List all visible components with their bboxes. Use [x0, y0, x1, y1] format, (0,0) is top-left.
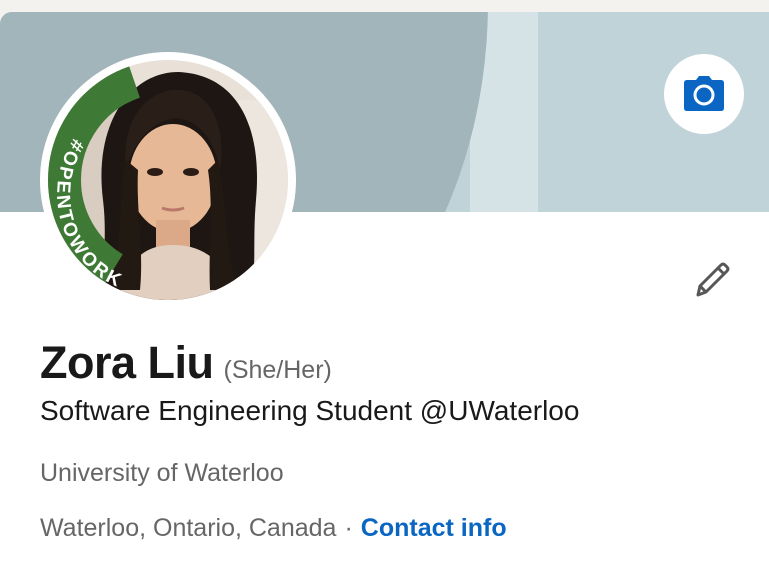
name-row: Zora Liu (She/Her) — [40, 337, 332, 389]
profile-photo[interactable]: #OPENTOWORK — [40, 52, 296, 308]
profile-headline: Software Engineering Student @UWaterloo — [40, 395, 580, 426]
profile-name: Zora Liu — [40, 337, 214, 388]
avatar: #OPENTOWORK — [48, 60, 288, 300]
location-row: Waterloo, Ontario, Canada · Contact info — [40, 514, 507, 543]
profile-card: #OPENTOWORK Zora Liu (She/Her) Software E… — [0, 12, 769, 567]
camera-icon — [684, 76, 724, 111]
contact-info-link[interactable]: Contact info — [361, 514, 507, 542]
separator: · — [344, 514, 353, 542]
profile-location: Waterloo, Ontario, Canada — [40, 514, 337, 542]
profile-pronouns: (She/Her) — [223, 356, 332, 384]
pencil-icon — [696, 262, 730, 297]
avatar-photo: #OPENTOWORK — [48, 60, 288, 300]
edit-banner-button[interactable] — [664, 54, 744, 134]
profile-school[interactable]: University of Waterloo — [40, 459, 284, 488]
edit-profile-button[interactable] — [686, 254, 738, 306]
